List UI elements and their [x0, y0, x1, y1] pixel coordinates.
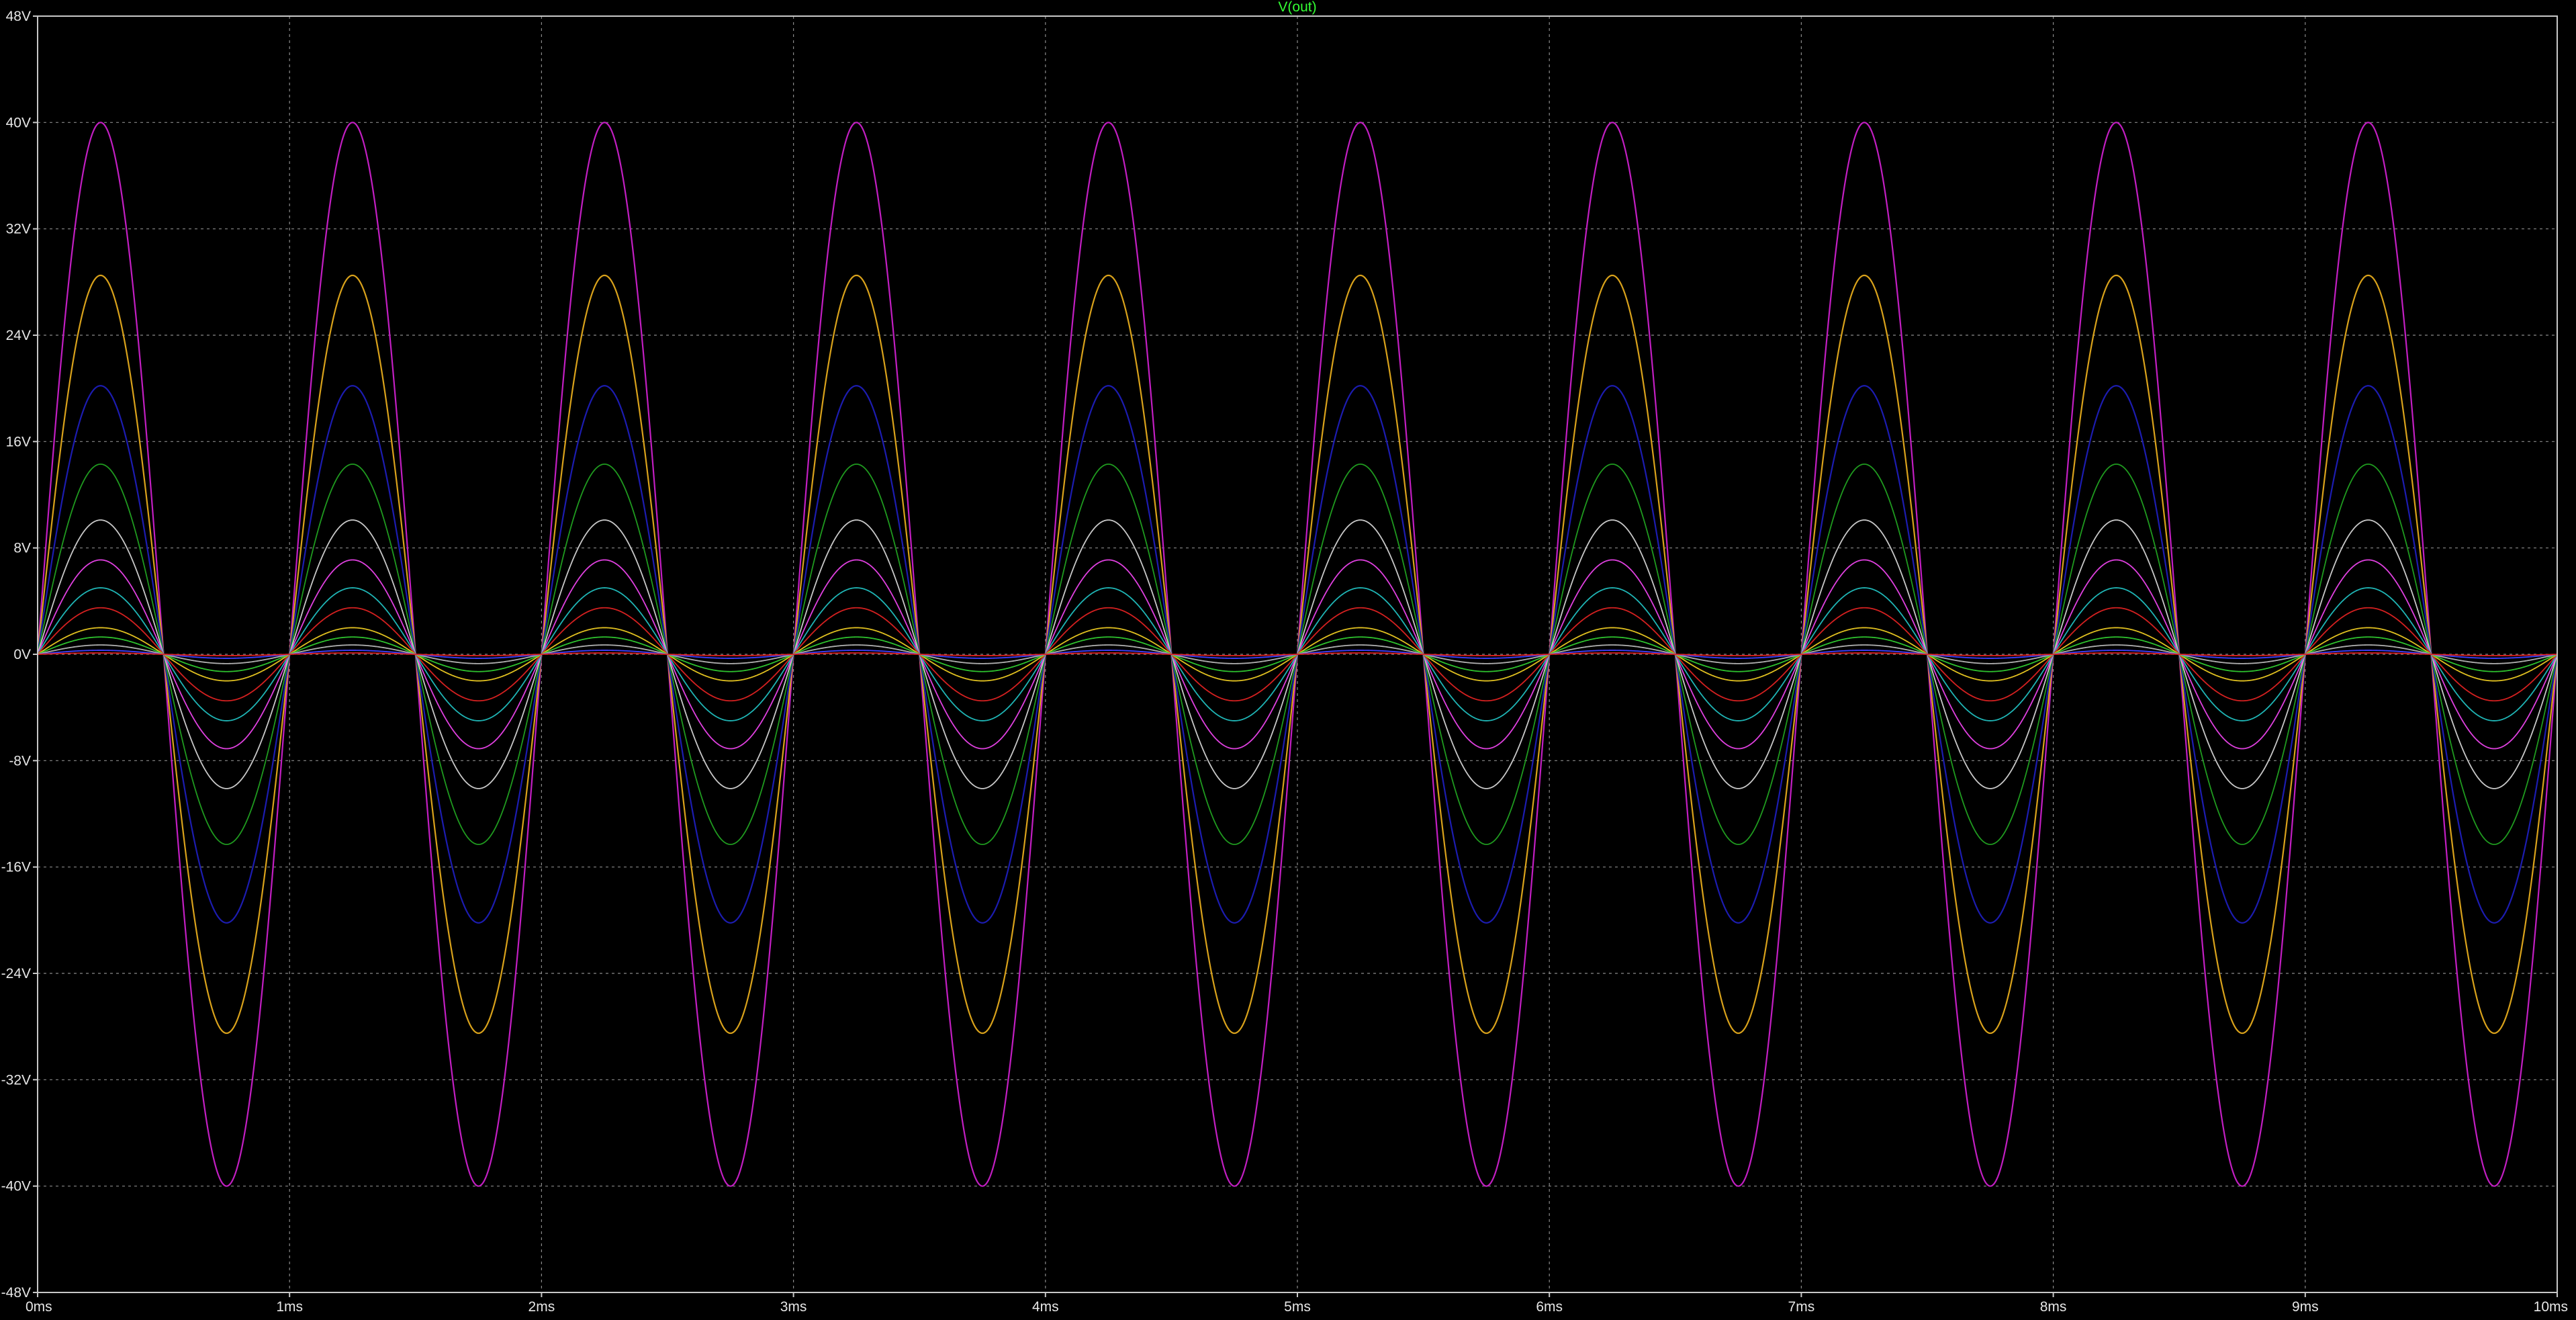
x-tick-label: 8ms — [2040, 1299, 2067, 1315]
y-tick-label: 32V — [6, 222, 31, 237]
waveform-plot[interactable]: 48V 40V 32V 24V 16V 8V 0V -8V -16V -24V -32V -40V -4… — [0, 0, 2576, 1317]
x-tick-label: 3ms — [780, 1299, 807, 1315]
x-axis: 0ms 1ms 2ms 3ms 4ms 5ms 6ms 7ms 8ms 9ms 10ms — [26, 1292, 2568, 1315]
x-tick-label: 6ms — [1536, 1299, 1563, 1315]
y-axis: 48V 40V 32V 24V 16V 8V 0V -8V -16V -24V -32V -40V -4… — [1, 9, 38, 1301]
y-tick-label: 8V — [13, 541, 31, 556]
x-tick-label: 0ms — [26, 1299, 52, 1315]
y-tick-label: -48V — [1, 1285, 31, 1301]
y-tick-label: -40V — [1, 1179, 31, 1194]
y-tick-label: -8V — [9, 753, 31, 768]
y-tick-label: 40V — [6, 115, 31, 130]
y-tick-label: 16V — [6, 434, 31, 449]
x-tick-label: 1ms — [276, 1299, 303, 1315]
y-tick-label: -16V — [1, 860, 31, 875]
x-tick-label: 10ms — [2534, 1299, 2568, 1315]
y-tick-label: 0V — [13, 647, 31, 662]
x-tick-label: 5ms — [1284, 1299, 1311, 1315]
y-tick-label: -32V — [1, 1072, 31, 1088]
y-tick-label: -24V — [1, 966, 31, 981]
x-tick-label: 2ms — [528, 1299, 555, 1315]
y-tick-label: 24V — [6, 328, 31, 343]
x-tick-label: 4ms — [1032, 1299, 1059, 1315]
x-tick-label: 9ms — [2292, 1299, 2319, 1315]
x-tick-label: 7ms — [1788, 1299, 1815, 1315]
trace-title[interactable]: V(out) — [1278, 0, 1316, 15]
y-tick-label: 48V — [6, 9, 31, 24]
plot-window: 48V 40V 32V 24V 16V 8V 0V -8V -16V -24V -32V -40V -4… — [0, 0, 2576, 1317]
